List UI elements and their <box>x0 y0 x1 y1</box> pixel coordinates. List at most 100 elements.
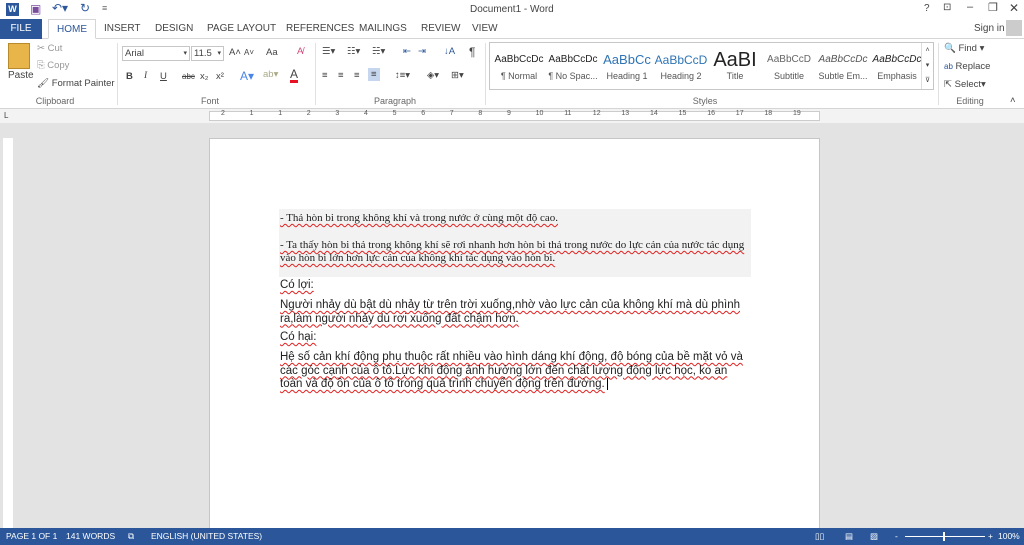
style-heading-1[interactable]: AaBbCc Heading 1 <box>600 49 654 81</box>
ruler-mark: 17 <box>735 110 744 117</box>
language[interactable]: ENGLISH (UNITED STATES) <box>151 528 262 545</box>
tab-page-layout[interactable]: PAGE LAYOUT <box>199 19 284 39</box>
strikethrough-button[interactable]: abc <box>182 72 195 81</box>
ruler-mark: 1 <box>278 110 283 117</box>
ribbon-display-icon[interactable]: ⊡ <box>943 2 951 13</box>
select-button[interactable]: ⇱ Select▾ <box>944 79 986 90</box>
align-right-icon[interactable]: ≡ <box>354 70 360 81</box>
paragraph-2[interactable]: - Ta thấy hòn bi thả trong không khí sẽ … <box>280 239 752 265</box>
proofing-icon[interactable]: ⧉ <box>128 528 134 545</box>
tab-view[interactable]: VIEW <box>464 19 506 39</box>
restore-button[interactable]: ❐ <box>988 1 998 14</box>
tab-file[interactable]: FILE <box>0 19 42 39</box>
line-spacing-icon[interactable]: ↕≡▾ <box>395 70 410 81</box>
zoom-out-button[interactable]: - <box>895 528 898 545</box>
style-title[interactable]: AaBI Title <box>708 49 762 81</box>
web-layout-icon[interactable]: ▨ <box>870 528 878 545</box>
style-subtle-emphasis[interactable]: AaBbCcDc Subtle Em... <box>816 49 870 81</box>
style-name: Heading 1 <box>606 71 648 81</box>
numbering-icon[interactable]: ☷▾ <box>347 46 360 57</box>
show-formatting-button[interactable]: ¶ <box>469 45 475 59</box>
collapse-ribbon-icon[interactable]: ˄ <box>1010 95 1016 106</box>
zoom-slider[interactable] <box>905 532 985 541</box>
tab-design[interactable]: DESIGN <box>147 19 201 39</box>
horizontal-ruler[interactable]: L 2 1 1 2 3 4 5 6 7 8 9 10 11 12 13 14 15 16 17 18 19 <box>0 109 1024 123</box>
underline-button[interactable]: U <box>160 71 167 82</box>
zoom-in-button[interactable]: + <box>988 528 993 545</box>
find-label: Find <box>958 43 977 54</box>
copy-button[interactable]: ⎘ Copy <box>37 60 69 71</box>
paragraph-4[interactable]: Hệ số cản khí động phụ thuộc rất nhiều v… <box>280 351 752 392</box>
change-case-button[interactable]: Aa <box>266 47 278 58</box>
font-size-select[interactable]: 11.5 ▾ <box>191 46 224 61</box>
read-mode-icon[interactable]: ▯▯ <box>815 528 824 545</box>
style-preview: AaBbCcDc <box>494 54 544 65</box>
clipboard-group-label: Clipboard <box>35 96 75 106</box>
ruler-mark: 14 <box>650 110 658 117</box>
redo-icon[interactable]: ↻ <box>80 1 90 15</box>
justify-icon[interactable]: ≡ <box>368 68 380 81</box>
sort-icon[interactable]: ↓A <box>444 46 455 57</box>
increase-indent-icon[interactable]: ⇥ <box>418 46 426 57</box>
font-name-select[interactable]: Arial ▾ <box>122 46 190 61</box>
save-icon[interactable]: ▣ <box>30 2 41 16</box>
zoom-slider-thumb[interactable] <box>943 532 945 541</box>
styles-scrollbar[interactable]: ˄ ▾ ⊽ <box>921 43 933 89</box>
clear-formatting-icon[interactable]: A̸ <box>297 46 303 57</box>
customize-icon[interactable]: ≡ <box>102 3 107 13</box>
grow-font-icon[interactable]: A˄ <box>229 47 241 58</box>
format-painter-button[interactable]: 🖌 Format Painter <box>37 78 115 89</box>
shading-icon[interactable]: ◈▾ <box>427 70 439 81</box>
paragraph-3[interactable]: Người nhảy dù bật dù nhảy từ trên trời x… <box>280 299 752 326</box>
tab-selector-icon[interactable]: L <box>4 111 8 120</box>
minimize-button[interactable]: – <box>967 1 973 13</box>
style-emphasis[interactable]: AaBbCcDc Emphasis <box>870 49 924 81</box>
word-count[interactable]: 141 WORDS <box>66 528 115 545</box>
tab-review[interactable]: REVIEW <box>413 19 468 39</box>
replace-button[interactable]: ab Replace <box>944 61 990 72</box>
shrink-font-icon[interactable]: A˅ <box>244 48 254 57</box>
zoom-level[interactable]: 100% <box>998 528 1020 545</box>
font-color-icon[interactable]: A <box>290 68 299 83</box>
align-center-icon[interactable]: ≡ <box>338 70 344 81</box>
tab-insert[interactable]: INSERT <box>96 19 149 39</box>
highlight-icon[interactable]: ab▾ <box>263 69 278 80</box>
subscript-button[interactable]: x₂ <box>200 71 208 82</box>
undo-icon[interactable]: ↶▾ <box>52 1 68 15</box>
find-button[interactable]: 🔍 Find ▾ <box>944 43 984 54</box>
vertical-ruler[interactable] <box>3 138 13 528</box>
document-page[interactable]: - Thả hòn bi trong không khí và trong nư… <box>209 138 820 538</box>
bullets-icon[interactable]: ☰▾ <box>322 46 335 57</box>
italic-button[interactable]: I <box>144 71 147 81</box>
tab-references[interactable]: REFERENCES <box>278 19 362 39</box>
style-name: Subtle Em... <box>818 71 868 81</box>
paste-button[interactable]: Paste <box>8 70 34 81</box>
style-normal[interactable]: AaBbCcDc ¶ Normal <box>492 49 546 81</box>
editing-group-label: Editing <box>956 96 984 106</box>
print-layout-icon[interactable]: ▤ <box>845 528 853 545</box>
page-count[interactable]: PAGE 1 OF 1 <box>6 528 57 545</box>
bold-button[interactable]: B <box>126 71 133 82</box>
style-no-spacing[interactable]: AaBbCcDc ¶ No Spac... <box>546 49 600 81</box>
help-button[interactable]: ? <box>924 3 930 14</box>
style-heading-2[interactable]: AaBbCcD Heading 2 <box>654 49 708 81</box>
borders-icon[interactable]: ⊞▾ <box>451 70 464 81</box>
tab-home[interactable]: HOME <box>48 19 96 39</box>
text-effects-icon[interactable]: A▾ <box>240 69 254 83</box>
multilevel-list-icon[interactable]: ☵▾ <box>372 46 385 57</box>
sign-in-link[interactable]: Sign in <box>974 23 1005 34</box>
paragraph-1[interactable]: - Thả hòn bi trong không khí và trong nư… <box>280 212 752 225</box>
tab-mailings[interactable]: MAILINGS <box>351 19 415 39</box>
format-painter-label: Format Painter <box>51 78 115 89</box>
heading-co-hai[interactable]: Có hại: <box>280 331 752 345</box>
style-subtitle[interactable]: AaBbCcD Subtitle <box>762 49 816 81</box>
heading-co-loi[interactable]: Có lợi: <box>280 279 752 293</box>
close-button[interactable]: ✕ <box>1009 1 1019 15</box>
cut-button[interactable]: ✂ Cut <box>37 43 62 54</box>
avatar[interactable] <box>1006 20 1022 36</box>
align-left-icon[interactable]: ≡ <box>322 70 328 81</box>
superscript-button[interactable]: x² <box>216 71 224 82</box>
decrease-indent-icon[interactable]: ⇤ <box>403 46 411 57</box>
style-name: ¶ Normal <box>500 71 538 81</box>
ribbon: Paste ✂ Cut ⎘ Copy 🖌 Format Painter Clip… <box>0 39 1024 109</box>
